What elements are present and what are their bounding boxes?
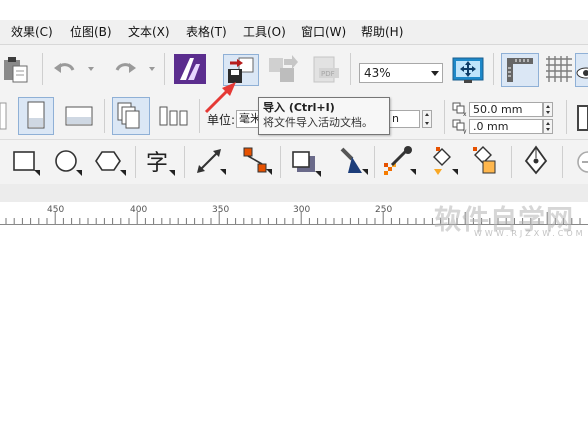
menu-window[interactable]: 窗口(W)	[301, 24, 346, 40]
menu-bar: 效果(C) 位图(B) 文本(X) 表格(T) 工具(O) 窗口(W) 帮助(H…	[0, 20, 588, 45]
menu-table[interactable]: 表格(T)	[186, 24, 227, 40]
menu-text[interactable]: 文本(X)	[128, 24, 170, 40]
toolbar-separator	[374, 146, 375, 178]
toolbar-separator	[493, 53, 494, 85]
page-border-icon[interactable]	[575, 103, 588, 133]
toolbar-separator	[566, 100, 567, 134]
svg-text:x: x	[463, 111, 467, 117]
title-strip	[0, 0, 588, 20]
toolbar-separator	[444, 100, 445, 134]
toolbar-separator	[511, 146, 512, 178]
duplicate-y-field[interactable]: .0 mm	[469, 119, 543, 134]
page-size-partial-icon[interactable]	[0, 101, 8, 131]
toolbar-separator	[350, 53, 351, 85]
full-screen-preview-icon[interactable]	[451, 55, 485, 85]
rulers-button[interactable]	[501, 53, 539, 87]
watermark-url: WWW.RJZXW.COM	[474, 229, 586, 238]
undo-dropdown-icon[interactable]	[88, 67, 94, 71]
drawing-canvas[interactable]	[0, 225, 588, 432]
page-portrait-button[interactable]	[18, 97, 54, 135]
ellipse-tool-icon[interactable]	[52, 148, 84, 178]
duplicate-y-icon: y	[452, 118, 468, 134]
grid-icon[interactable]	[544, 54, 574, 84]
tooltip-title: 导入 (Ctrl+I)	[263, 101, 335, 114]
interactive-fill-icon[interactable]	[426, 145, 460, 177]
menu-tools[interactable]: 工具(O)	[243, 24, 286, 40]
connector-tool-icon[interactable]	[240, 145, 274, 177]
toolbar-separator	[104, 99, 105, 133]
page-landscape-icon[interactable]	[63, 103, 97, 129]
zoom-level-select[interactable]: 43%	[359, 63, 443, 83]
redo-icon[interactable]	[112, 59, 138, 79]
page-portrait-icon	[27, 101, 45, 129]
duplicate-x-spinner[interactable]	[543, 102, 553, 117]
redo-dropdown-icon[interactable]	[149, 67, 155, 71]
duplicate-x-field[interactable]: 50.0 mm	[469, 102, 543, 117]
ruler-label: 250	[375, 205, 393, 215]
show-icon	[576, 67, 588, 79]
text-tool-icon[interactable]: 字	[143, 146, 177, 178]
drop-shadow-tool-icon[interactable]	[288, 147, 322, 177]
transparency-tool-icon[interactable]	[332, 145, 370, 177]
ruler-label: 300	[293, 205, 311, 215]
current-page-icon[interactable]	[156, 103, 192, 129]
nudge-distance-field[interactable]: n	[388, 110, 420, 128]
toolbar-separator	[562, 146, 563, 178]
color-eyedropper-icon[interactable]	[382, 145, 418, 177]
nudge-spinner[interactable]	[422, 110, 432, 128]
menu-bitmaps[interactable]: 位图(B)	[70, 24, 112, 40]
tooltip-description: 将文件导入活动文档。	[263, 116, 373, 129]
smart-fill-icon[interactable]	[469, 145, 503, 177]
duplicate-x-value: 50.0 mm	[473, 103, 523, 116]
undo-icon[interactable]	[52, 59, 78, 79]
duplicate-x-icon: x	[452, 101, 468, 117]
zoom-value: 43%	[364, 66, 391, 80]
annotation-arrow-icon	[204, 82, 236, 114]
ruler-label: 400	[130, 205, 148, 215]
paste-icon[interactable]	[2, 54, 32, 84]
publish-pdf-icon[interactable]: PDF	[311, 55, 341, 85]
outline-width-icon[interactable]	[572, 150, 588, 174]
toolbar-separator	[184, 146, 185, 178]
show-button[interactable]	[575, 53, 588, 87]
chevron-down-icon[interactable]	[431, 71, 439, 76]
toolbar-separator	[280, 146, 281, 178]
svg-text:y: y	[463, 128, 467, 134]
toolbar-separator	[135, 146, 136, 178]
rulers-icon	[507, 58, 533, 82]
dimension-tool-icon[interactable]	[194, 147, 228, 177]
menu-effects[interactable]: 效果(C)	[11, 24, 53, 40]
toolbar-separator	[164, 53, 165, 85]
standard-toolbar: PDF	[0, 45, 588, 128]
pen-outline-icon[interactable]	[522, 145, 552, 177]
rectangle-tool-icon[interactable]	[10, 148, 42, 178]
ruler-label: 450	[47, 205, 65, 215]
import-tooltip: 导入 (Ctrl+I) 将文件导入活动文档。	[258, 97, 390, 135]
all-pages-button[interactable]	[112, 97, 150, 135]
svg-text:字: 字	[146, 151, 168, 176]
toolbar-separator	[42, 53, 43, 85]
duplicate-y-value: .0 mm	[473, 120, 509, 133]
menu-help[interactable]: 帮助(H)	[361, 24, 403, 40]
toolbox-row: 字	[0, 140, 588, 184]
export-icon[interactable]	[266, 55, 300, 85]
all-pages-icon	[117, 102, 140, 129]
nudge-value: n	[392, 112, 399, 125]
polygon-tool-icon[interactable]	[94, 148, 128, 178]
svg-text:PDF: PDF	[321, 70, 335, 78]
ruler-label: 350	[212, 205, 230, 215]
duplicate-y-spinner[interactable]	[543, 119, 553, 134]
